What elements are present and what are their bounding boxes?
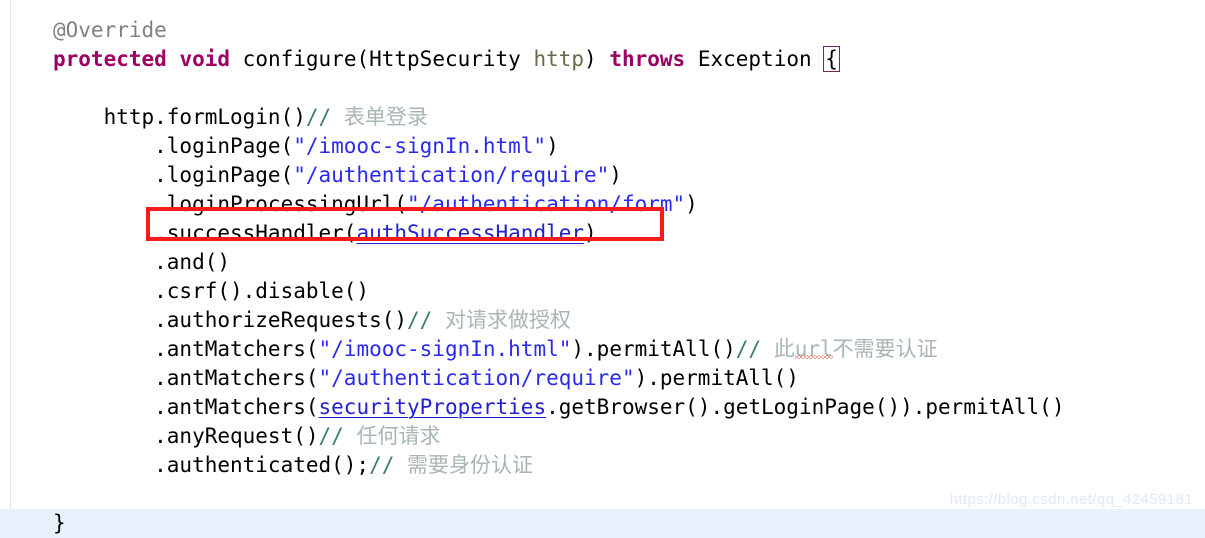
code-token-plain: .anyRequest() xyxy=(53,424,319,448)
code-token-plain: .loginPage( xyxy=(53,134,294,158)
code-token-plain: ) xyxy=(685,192,698,216)
code-token-plain: configure(HttpSecurity xyxy=(230,47,534,71)
code-token-string: "/authentication/form" xyxy=(407,192,686,216)
code-token-brace: { xyxy=(823,46,840,72)
watermark: https://blog.csdn.net/qq_42459181 xyxy=(949,491,1193,508)
code-token-plain: .loginPage( xyxy=(53,163,294,187)
code-token-comment: 此 xyxy=(761,337,795,361)
code-line[interactable]: http.formLogin()// 表单登录 xyxy=(0,103,1205,132)
code-line[interactable]: .and() xyxy=(0,248,1205,277)
code-line[interactable]: .successHandler(authSuccessHandler) xyxy=(0,219,1205,248)
code-line[interactable] xyxy=(0,74,1205,103)
code-token-comment: 任何请求 xyxy=(343,424,441,448)
code-token-plain: .antMatchers( xyxy=(53,395,319,419)
code-token-slashes: // xyxy=(305,105,332,129)
code-token-plain: .getBrowser().getLoginPage()).permitAll(… xyxy=(546,395,1065,419)
code-token-plain: .authorizeRequests() xyxy=(53,308,408,332)
code-line[interactable]: .antMatchers("/imooc-signIn.html").permi… xyxy=(0,335,1205,364)
code-token-plain: .antMatchers( xyxy=(53,337,319,361)
code-token-plain: .and() xyxy=(53,250,231,274)
code-token-plain: ) xyxy=(609,163,622,187)
code-line[interactable]: .antMatchers("/authentication/require").… xyxy=(0,364,1205,393)
code-token-string: "/imooc-signIn.html" xyxy=(293,134,547,158)
code-token-slashes: // xyxy=(369,453,395,477)
code-token-field: securityProperties xyxy=(318,395,547,419)
code-line[interactable]: @Override xyxy=(0,16,1205,45)
code-token-string: "/authentication/require" xyxy=(293,163,610,187)
code-token-plain: ) xyxy=(546,134,559,158)
code-token-plain: ) xyxy=(584,221,597,245)
code-token-plain: Exception xyxy=(685,47,825,71)
code-token-plain: .csrf().disable() xyxy=(53,279,370,303)
code-line[interactable]: } xyxy=(0,509,1205,538)
code-token-comment: 对请求做授权 xyxy=(432,308,571,332)
code-token-plain: ) xyxy=(584,47,610,71)
code-content[interactable]: @Override protected void configure(HttpSe… xyxy=(0,0,1205,538)
code-token-keyword: void xyxy=(179,47,231,71)
code-token-string: "/authentication/require" xyxy=(318,366,635,390)
code-token-keyword: throws xyxy=(609,47,686,71)
code-token-plain: http.formLogin() xyxy=(53,105,306,129)
code-token-comment: 需要身份认证 xyxy=(394,453,534,477)
code-line[interactable]: .authorizeRequests()// 对请求做授权 xyxy=(0,306,1205,335)
code-token-comment-misspelled: url xyxy=(794,337,833,361)
code-token-plain: .antMatchers( xyxy=(53,366,319,390)
code-line[interactable]: .authenticated();// 需要身份认证 xyxy=(0,451,1205,480)
code-token-plain: .successHandler( xyxy=(53,221,357,245)
code-token-plain: ).permitAll() xyxy=(571,337,736,361)
code-token-slashes: // xyxy=(318,424,344,448)
code-token-keyword: protected xyxy=(53,47,167,71)
code-line[interactable]: .loginPage("/imooc-signIn.html") xyxy=(0,132,1205,161)
code-line[interactable]: .antMatchers(securityProperties.getBrows… xyxy=(0,393,1205,422)
code-token-plain: .loginProcessingUrl( xyxy=(53,192,408,216)
code-token-comment: 表单登录 xyxy=(331,105,428,129)
code-token-plain: .authenticated(); xyxy=(53,453,370,477)
code-token-param: http xyxy=(533,47,585,71)
code-token-field: authSuccessHandler xyxy=(356,221,585,245)
code-line[interactable]: protected void configure(HttpSecurity ht… xyxy=(0,45,1205,74)
code-token-plain: ).permitAll() xyxy=(634,366,799,390)
code-token-slashes: // xyxy=(735,337,762,361)
code-token-comment: 不需要认证 xyxy=(832,337,938,361)
code-line[interactable]: .loginProcessingUrl("/authentication/for… xyxy=(0,190,1205,219)
code-token-plain: } xyxy=(53,511,66,535)
code-token-slashes: // xyxy=(407,308,433,332)
code-line[interactable]: .csrf().disable() xyxy=(0,277,1205,306)
code-line[interactable]: .anyRequest()// 任何请求 xyxy=(0,422,1205,451)
code-line[interactable]: .loginPage("/authentication/require") xyxy=(0,161,1205,190)
code-token-string: "/imooc-signIn.html" xyxy=(318,337,572,361)
code-token-annotation: @Override xyxy=(53,18,167,42)
code-editor[interactable]: @Override protected void configure(HttpSe… xyxy=(0,0,1205,538)
